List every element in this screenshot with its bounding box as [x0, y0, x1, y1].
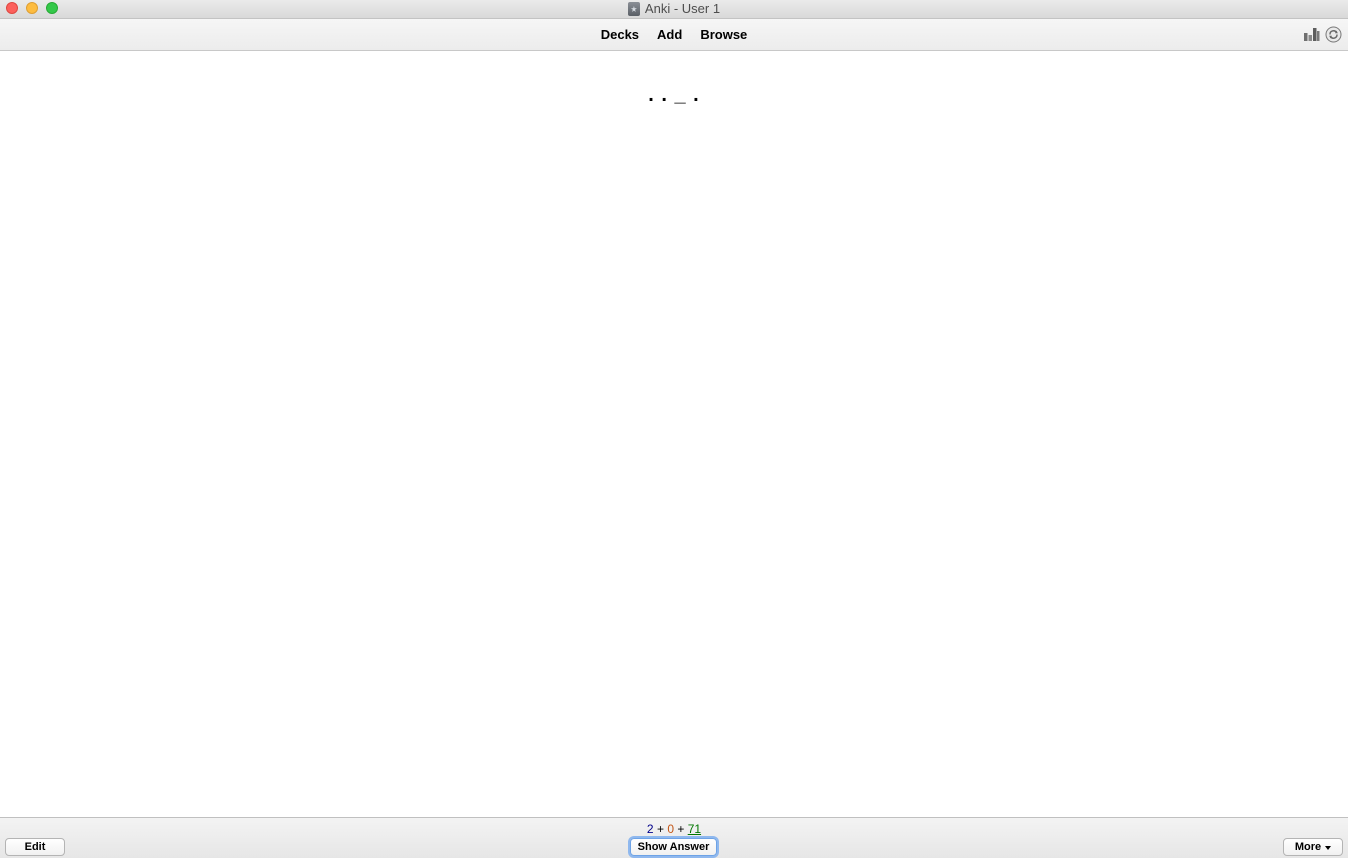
sync-icon[interactable] — [1325, 26, 1342, 43]
window-title-group: Anki - User 1 — [0, 0, 1348, 18]
show-answer-label: Show Answer — [637, 841, 710, 853]
learning-count: 0 — [667, 822, 674, 836]
count-separator: + — [677, 822, 685, 836]
toolbar-nav: Decks Add Browse — [0, 19, 1348, 50]
title-bar: Anki - User 1 — [0, 0, 1348, 19]
main-toolbar: Decks Add Browse — [0, 19, 1348, 51]
nav-add-link[interactable]: Add — [657, 27, 682, 42]
nav-decks-link[interactable]: Decks — [601, 27, 639, 42]
anki-app-icon — [627, 2, 640, 16]
new-count: 2 — [646, 822, 654, 836]
more-button[interactable]: More — [1283, 838, 1343, 856]
toolbar-icons — [1303, 26, 1342, 43]
window-title: Anki - User 1 — [644, 1, 721, 16]
edit-button[interactable]: Edit — [5, 838, 65, 856]
count-separator: + — [656, 822, 664, 836]
due-counts: 2 + 0 + 71 — [0, 822, 1348, 836]
review-count: 71 — [687, 822, 702, 836]
card-area: . . _ . — [0, 51, 1348, 817]
bottom-bar: 2 + 0 + 71 Edit Show Answer More — [0, 817, 1348, 858]
show-answer-button[interactable]: Show Answer — [630, 838, 717, 856]
more-button-label: More — [1294, 841, 1322, 853]
chevron-down-icon — [1325, 845, 1332, 850]
nav-browse-link[interactable]: Browse — [700, 27, 747, 42]
anki-window: Anki - User 1 Decks Add Browse . . _ . 2… — [0, 0, 1348, 858]
edit-button-label: Edit — [24, 841, 46, 853]
card-question: . . _ . — [648, 84, 700, 106]
stats-icon[interactable] — [1303, 26, 1320, 43]
